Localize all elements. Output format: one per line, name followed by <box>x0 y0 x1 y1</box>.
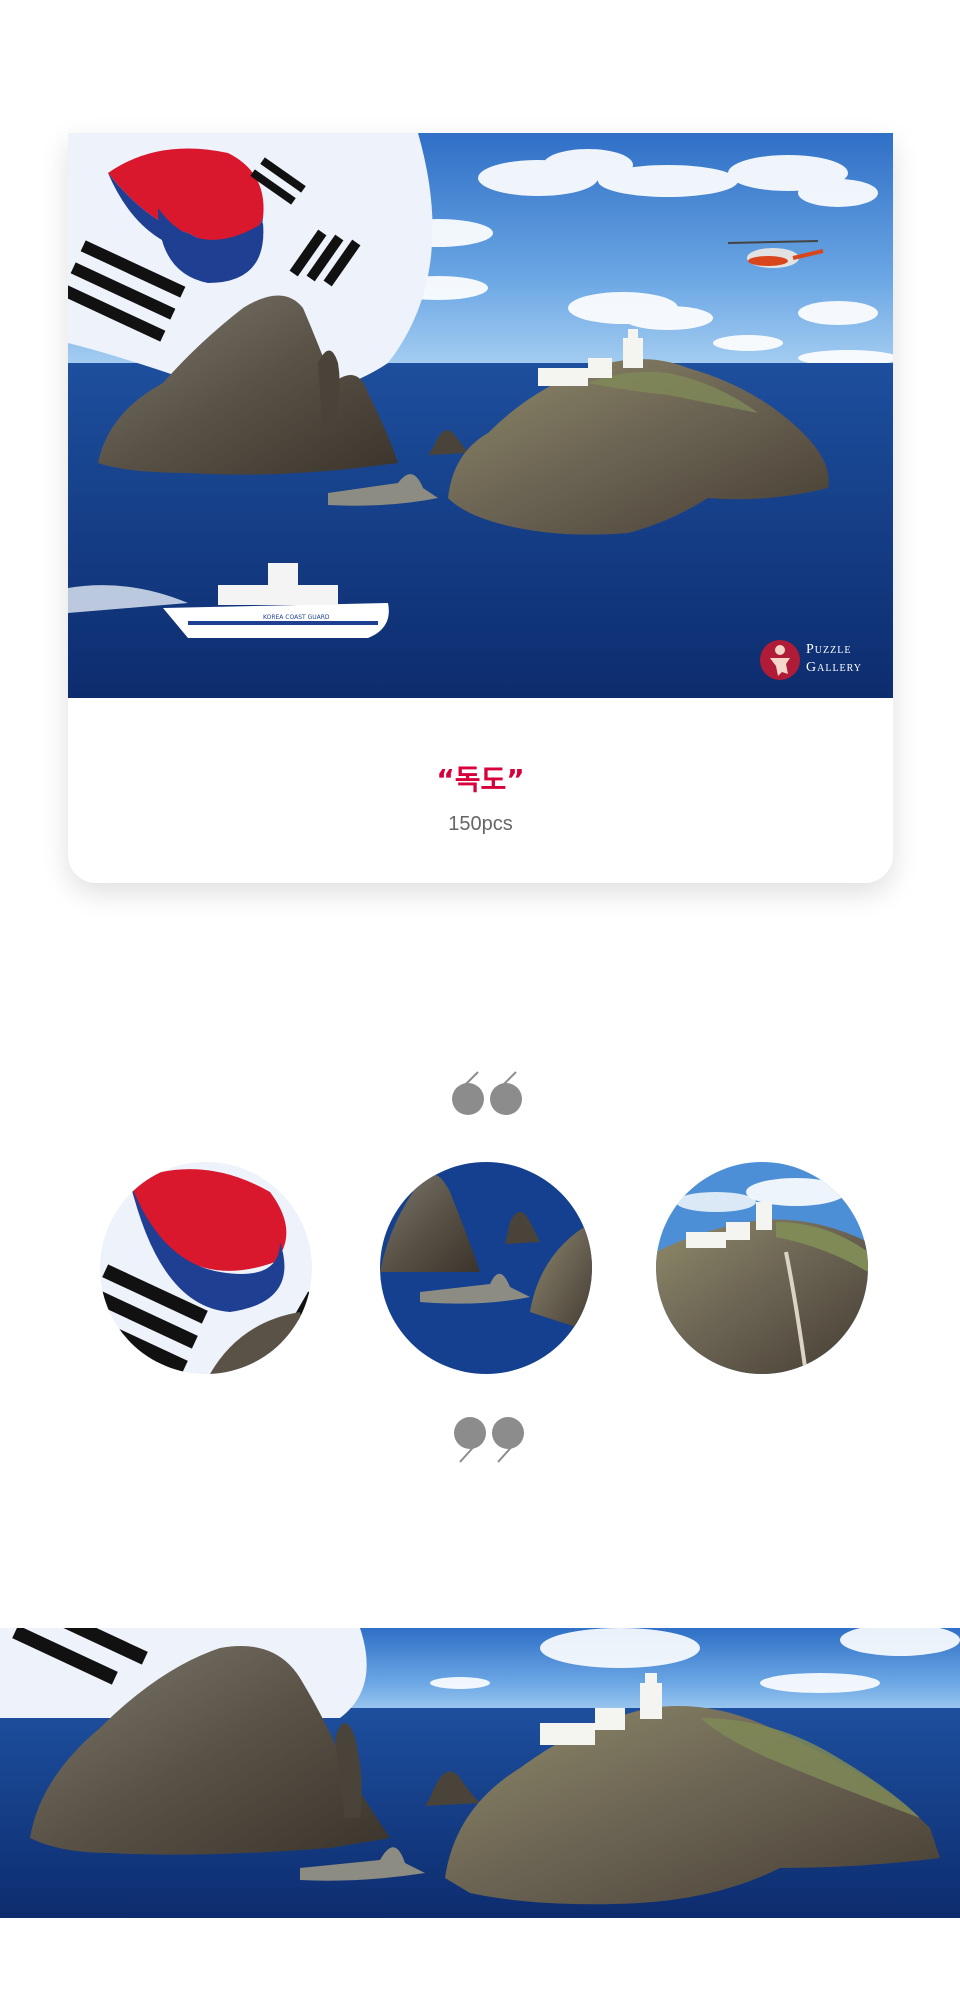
detail-circle-rocks <box>380 1162 592 1374</box>
brand-logo: Puzzle Gallery <box>758 638 888 684</box>
open-quote-icon <box>452 1071 522 1115</box>
detail-circle-east-island <box>656 1162 868 1374</box>
brand-line1: Puzzle <box>806 642 852 657</box>
puzzle-figure-icon <box>760 640 800 680</box>
hero-image: KOREA COAST GUARD <box>68 133 893 698</box>
product-pieces: 150pcs <box>448 813 513 835</box>
banner-image <box>0 1628 960 1918</box>
close-quote-icon <box>454 1417 524 1463</box>
product-title: “독도” <box>436 763 525 796</box>
brand-line2: Gallery <box>806 660 862 675</box>
detail-circle-flag <box>100 1162 312 1374</box>
product-card[interactable]: KOREA COAST GUARD Puzzle Gallery “독도” 15… <box>68 133 893 883</box>
ship-hull-text: KOREA COAST GUARD <box>263 614 330 621</box>
